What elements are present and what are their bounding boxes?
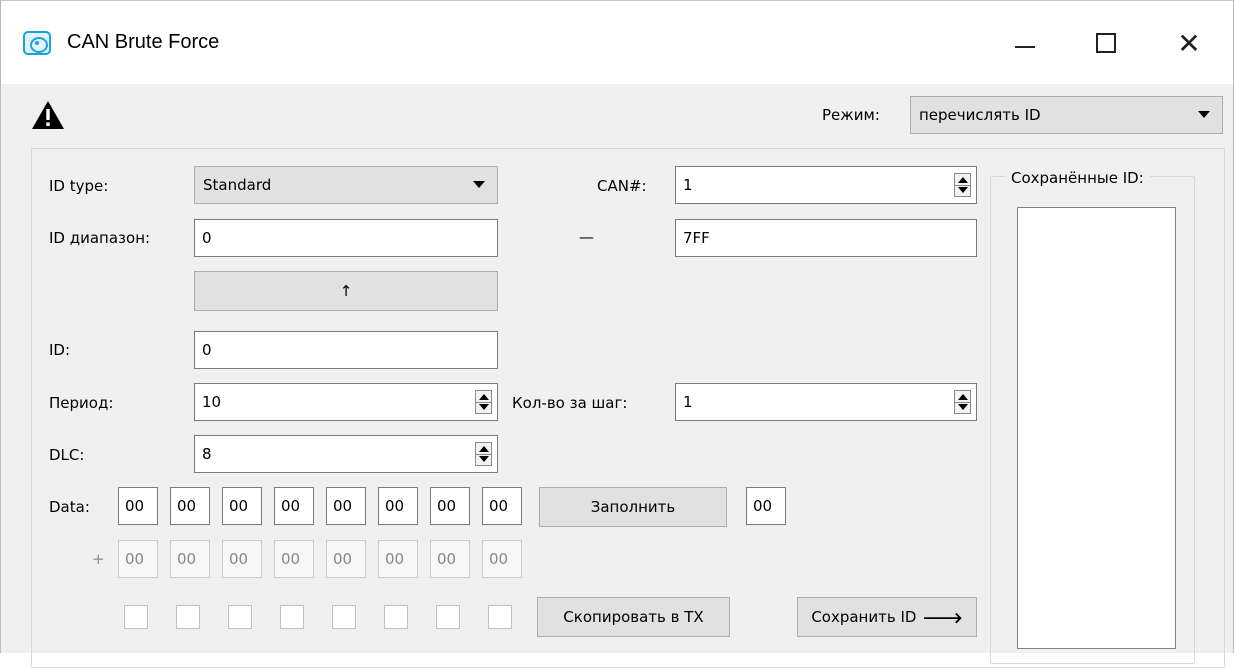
byte-checkbox[interactable] (384, 605, 408, 629)
data-byte-input[interactable]: 00 (118, 487, 158, 525)
period-value: 10 (202, 393, 222, 411)
spin-divider (475, 454, 492, 455)
id-input[interactable]: 0 (194, 331, 498, 369)
byte-checkbox[interactable] (436, 605, 460, 629)
can-number-value: 1 (683, 176, 693, 194)
data-byte-input[interactable]: 00 (482, 487, 522, 525)
increment-byte-input: 00 (482, 540, 522, 578)
id-type-select[interactable]: Standard (194, 166, 498, 204)
chevron-down-icon (473, 181, 485, 188)
saved-ids-list[interactable] (1017, 207, 1176, 649)
spin-divider (475, 402, 492, 403)
increment-byte-input: 00 (222, 540, 262, 578)
data-byte-input[interactable]: 00 (326, 487, 366, 525)
data-label: Data: (49, 498, 90, 516)
id-range-label: ID диапазон: (49, 229, 151, 247)
mode-select[interactable]: перечислять ID (910, 96, 1223, 134)
period-label: Период: (49, 394, 114, 412)
data-byte-input[interactable]: 00 (378, 487, 418, 525)
data-byte-input[interactable]: 00 (170, 487, 210, 525)
save-id-label: Сохранить ID (811, 608, 917, 626)
byte-checkbox[interactable] (280, 605, 304, 629)
increment-byte-input: 00 (274, 540, 314, 578)
id-range-from-input[interactable]: 0 (194, 219, 498, 257)
spin-divider (954, 402, 971, 403)
increment-byte-input: 00 (430, 540, 470, 578)
can-brute-force-app-icon (23, 31, 51, 55)
per-step-spinbox[interactable]: 1 (675, 383, 977, 421)
increment-byte-input: 00 (118, 540, 158, 578)
warning-triangle-icon (32, 101, 64, 129)
dlc-label: DLC: (49, 446, 85, 464)
dlc-value: 8 (202, 445, 212, 463)
copy-to-tx-label: Скопировать в TX (563, 608, 704, 626)
dlc-spinbox[interactable]: 8 (194, 435, 498, 473)
arrow-right-icon: 🡒 (922, 608, 963, 627)
id-range-from-value: 0 (202, 229, 212, 247)
id-range-to-value: 7FF (683, 229, 710, 247)
title-bar[interactable]: CAN Brute Force ✕ (1, 0, 1233, 84)
per-step-label: Кол-во за шаг: (512, 394, 628, 412)
close-icon: ✕ (1177, 26, 1201, 60)
id-label: ID: (49, 341, 71, 359)
byte-checkbox[interactable] (332, 605, 356, 629)
app-window: CAN Brute Force ✕ Режим: перечислять ID … (0, 0, 1234, 668)
fill-value-input[interactable]: 00 (746, 487, 786, 525)
mode-label: Режим: (822, 106, 880, 124)
minimize-button[interactable] (1003, 23, 1047, 63)
chevron-down-icon (1198, 111, 1210, 118)
minimize-icon (1015, 46, 1035, 48)
save-id-button[interactable]: Сохранить ID 🡒 (797, 597, 977, 637)
plus-label: + (92, 550, 105, 568)
spin-divider (954, 185, 971, 186)
id-range-to-input[interactable]: 7FF (675, 219, 977, 257)
data-byte-input[interactable]: 00 (222, 487, 262, 525)
increment-byte-input: 00 (170, 540, 210, 578)
id-range-dash: — (579, 228, 594, 246)
id-type-label: ID type: (49, 177, 109, 195)
copy-to-tx-button[interactable]: Скопировать в TX (537, 597, 730, 637)
window-title: CAN Brute Force (67, 31, 220, 53)
fill-button-label: Заполнить (590, 498, 676, 516)
period-spinbox[interactable]: 10 (194, 383, 498, 421)
data-byte-input[interactable]: 00 (274, 487, 314, 525)
id-value: 0 (202, 341, 212, 359)
close-button[interactable]: ✕ (1167, 23, 1211, 63)
id-type-select-value: Standard (203, 176, 272, 194)
can-label: CAN#: (597, 177, 647, 195)
per-step-value: 1 (683, 393, 693, 411)
increment-byte-input: 00 (326, 540, 366, 578)
byte-checkbox[interactable] (228, 605, 252, 629)
mode-select-value: перечислять ID (919, 106, 1041, 124)
data-byte-input[interactable]: 00 (430, 487, 470, 525)
arrow-up-icon: ↑ (339, 282, 353, 300)
saved-ids-legend: Сохранённые ID: (1005, 169, 1150, 187)
up-button[interactable]: ↑ (194, 271, 498, 311)
maximize-button[interactable] (1084, 23, 1128, 63)
can-number-spinbox[interactable]: 1 (675, 166, 977, 204)
byte-checkbox[interactable] (176, 605, 200, 629)
maximize-icon (1096, 33, 1116, 53)
byte-checkbox[interactable] (124, 605, 148, 629)
byte-checkbox[interactable] (488, 605, 512, 629)
increment-byte-input: 00 (378, 540, 418, 578)
fill-button[interactable]: Заполнить (539, 487, 727, 527)
